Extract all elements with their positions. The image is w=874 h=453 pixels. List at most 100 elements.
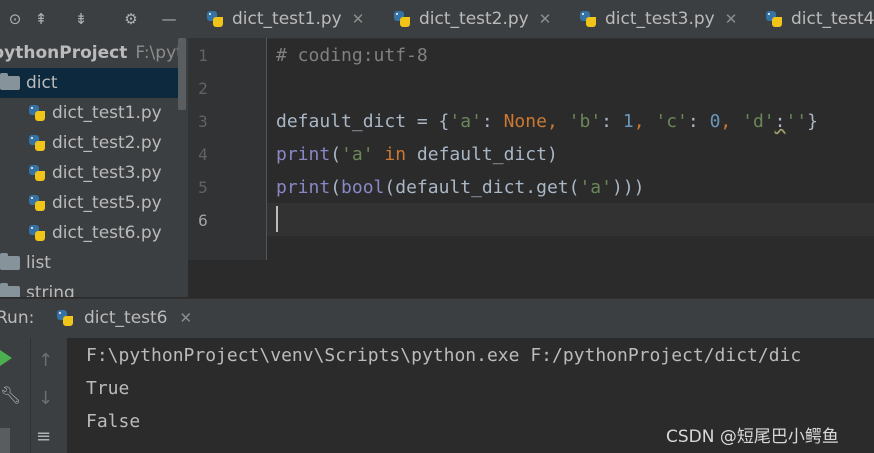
soft-wrap-icon[interactable]: ≡ <box>36 426 51 447</box>
tree-item-string[interactable]: string <box>0 278 75 297</box>
code-token: print <box>276 177 331 198</box>
expand-icon[interactable]: ⇞ <box>30 8 52 30</box>
tab-label: dict_test3.py <box>605 9 715 29</box>
console-line: False <box>86 411 141 432</box>
folder-icon <box>0 283 20 297</box>
run-tab-dict-test6[interactable]: dict_test6 ✕ <box>56 298 192 338</box>
tree-item-label: dict_test1.py <box>52 103 162 123</box>
run-label: Run: <box>0 308 35 328</box>
python-file-icon <box>28 134 46 152</box>
code-token: 1 <box>622 111 634 132</box>
tree-item-dict[interactable]: dict <box>0 68 178 98</box>
code-line-3[interactable]: default_dict = {'a': None, 'b': 1, 'c': … <box>276 111 818 132</box>
console-line: True <box>86 378 130 399</box>
code-token: ( <box>330 177 342 198</box>
minimize-icon[interactable]: — <box>158 8 180 30</box>
code-token: } <box>807 111 818 132</box>
python-file-icon <box>765 10 783 28</box>
python-file-icon <box>393 10 411 28</box>
tab-label: dict_test4 <box>791 9 874 29</box>
tab-dict-test3[interactable]: dict_test3.py ✕ <box>569 0 747 38</box>
code-line-5[interactable]: print(bool(default_dict.get('a'))) <box>276 177 645 198</box>
code-token: bool <box>341 177 385 198</box>
project-panel: pythonProject F:\pyt dict dict_test1.py … <box>0 38 188 297</box>
code-token: 'b' <box>568 111 602 132</box>
close-icon[interactable]: ✕ <box>180 309 193 327</box>
code-token: : <box>481 111 504 132</box>
line-number: 4 <box>198 145 208 164</box>
tree-item-label: string <box>26 283 75 297</box>
python-file-icon <box>28 224 46 242</box>
tree-item-dict-test5[interactable]: dict_test5.py <box>28 188 162 218</box>
tab-dict-test1[interactable]: dict_test1.py ✕ <box>196 0 374 38</box>
code-token: , <box>633 111 656 132</box>
up-arrow-icon[interactable]: ↑ <box>38 350 53 371</box>
line-number: 2 <box>198 79 208 98</box>
code-token: : <box>774 111 786 132</box>
code-token: '' <box>785 111 808 132</box>
python-file-icon <box>28 164 46 182</box>
tree-item-label: dict <box>26 73 58 93</box>
tab-label: dict_test2.py <box>419 9 529 29</box>
watermark: CSDN @短尾巴小鳄鱼 <box>666 427 839 447</box>
collapse-icon[interactable]: ⇟ <box>70 8 92 30</box>
current-line-highlight <box>267 203 874 236</box>
line-number: 3 <box>198 112 208 131</box>
text-caret <box>276 206 278 232</box>
tree-item-dict-test2[interactable]: dict_test2.py <box>28 128 162 158</box>
tree-item-dict-test6[interactable]: dict_test6.py <box>28 218 162 248</box>
tree-item-label: list <box>26 253 51 273</box>
stop-icon[interactable] <box>0 428 10 453</box>
python-file-icon <box>579 10 597 28</box>
python-file-icon <box>206 10 224 28</box>
tree-item-label: dict_test2.py <box>52 133 162 153</box>
code-token: in <box>373 144 417 165</box>
line-number: 5 <box>198 178 208 197</box>
folder-icon <box>0 73 20 90</box>
code-line-1[interactable]: # coding:utf-8 <box>276 45 428 66</box>
code-token: : <box>601 111 623 132</box>
close-icon[interactable]: ✕ <box>352 10 365 28</box>
code-token: 'a' <box>449 111 482 132</box>
tree-item-dict-test3[interactable]: dict_test3.py <box>28 158 162 188</box>
console-line: F:\pythonProject\venv\Scripts\python.exe… <box>86 345 802 366</box>
close-icon[interactable]: ✕ <box>725 10 738 28</box>
comment: # coding:utf-8 <box>276 45 428 66</box>
code-token: (default_dict.get( <box>384 177 580 198</box>
code-token: 'a' <box>579 177 612 198</box>
line-number: 6 <box>198 211 208 230</box>
close-icon[interactable]: ✕ <box>539 10 552 28</box>
code-token: print <box>276 144 331 165</box>
code-token: ))) <box>611 177 645 198</box>
tab-dict-test2[interactable]: dict_test2.py ✕ <box>383 0 561 38</box>
wrench-icon[interactable]: 🔧︎ <box>0 386 22 406</box>
code-token: ( <box>330 144 342 165</box>
project-root-path: F:\pyt <box>135 43 183 63</box>
code-token: default_dict) <box>416 144 558 165</box>
code-token: 'd' <box>742 111 775 132</box>
tree-item-label: dict_test6.py <box>52 223 162 243</box>
code-token: None <box>503 111 547 132</box>
code-token: 'c' <box>655 111 688 132</box>
project-root-name: pythonProject <box>0 43 128 63</box>
tab-dict-test4[interactable]: dict_test4 <box>755 0 874 38</box>
code-line-4[interactable]: print('a' in default_dict) <box>276 144 558 165</box>
gear-icon[interactable]: ⚙ <box>120 8 142 30</box>
code-token: default_dict = { <box>276 111 450 132</box>
code-token: 'a' <box>341 144 374 165</box>
code-token: , <box>546 111 569 132</box>
python-file-icon <box>56 309 74 327</box>
tree-item-list[interactable]: list <box>0 248 51 278</box>
project-scrollbar[interactable] <box>178 38 186 110</box>
python-file-icon <box>28 104 46 122</box>
collapse-all-icon[interactable]: ⊙ <box>4 8 26 30</box>
tree-item-label: dict_test3.py <box>52 163 162 183</box>
down-arrow-icon[interactable]: ↓ <box>38 388 53 409</box>
project-root[interactable]: pythonProject F:\pyt <box>0 38 183 68</box>
line-number: 1 <box>198 46 208 65</box>
tree-item-dict-test1[interactable]: dict_test1.py <box>28 98 162 128</box>
tree-item-label: dict_test5.py <box>52 193 162 213</box>
rerun-icon[interactable] <box>0 350 12 366</box>
editor-empty-area <box>188 260 874 297</box>
code-token: , <box>720 111 743 132</box>
